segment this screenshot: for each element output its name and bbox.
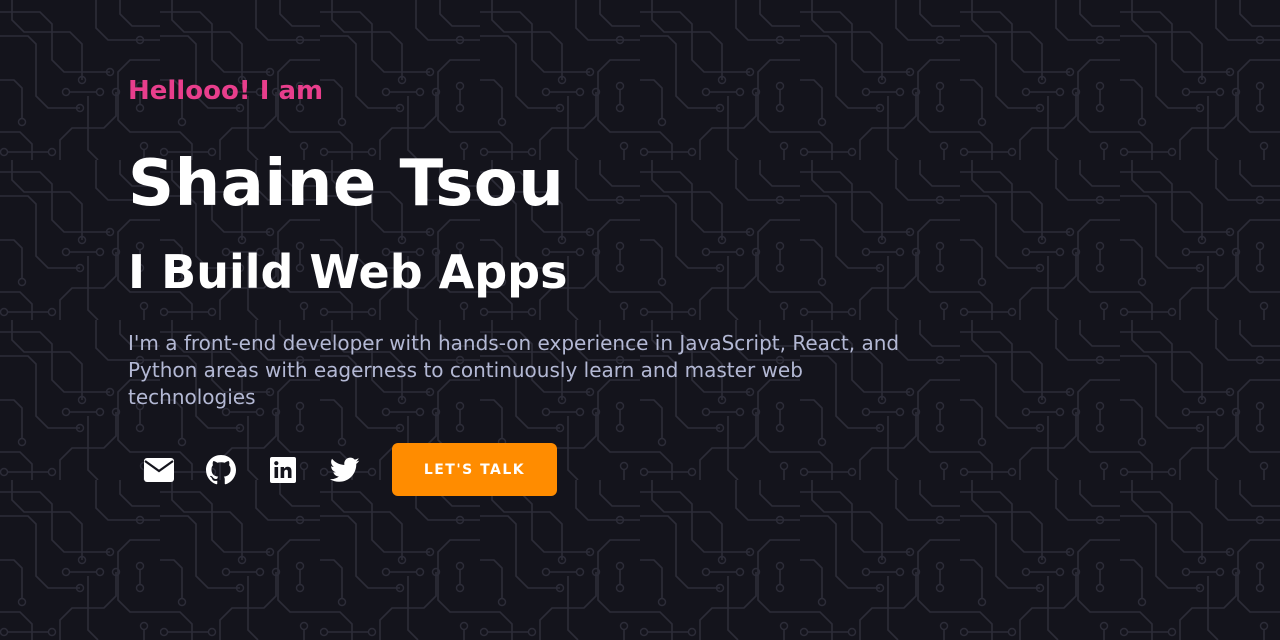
twitter-link[interactable] — [314, 443, 376, 496]
hero-actions: LET'S TALK — [128, 443, 948, 496]
envelope-icon — [144, 457, 174, 482]
hero-bio: I'm a front-end developer with hands-on … — [128, 331, 900, 409]
github-icon — [206, 454, 236, 484]
linkedin-link[interactable] — [252, 443, 314, 496]
linkedin-icon — [270, 456, 296, 483]
hero-name: Shaine Tsou — [128, 147, 565, 221]
greeting-text: Hellooo! I am — [128, 76, 324, 106]
hero-tagline: I Build Web Apps — [128, 245, 568, 299]
email-link[interactable] — [128, 443, 190, 496]
hero-section: Hellooo! I am Shaine Tsou I Build Web Ap… — [0, 0, 1280, 640]
github-link[interactable] — [190, 443, 252, 496]
lets-talk-button[interactable]: LET'S TALK — [392, 443, 557, 496]
hero-content: Hellooo! I am Shaine Tsou I Build Web Ap… — [128, 72, 948, 496]
twitter-icon — [330, 457, 360, 482]
